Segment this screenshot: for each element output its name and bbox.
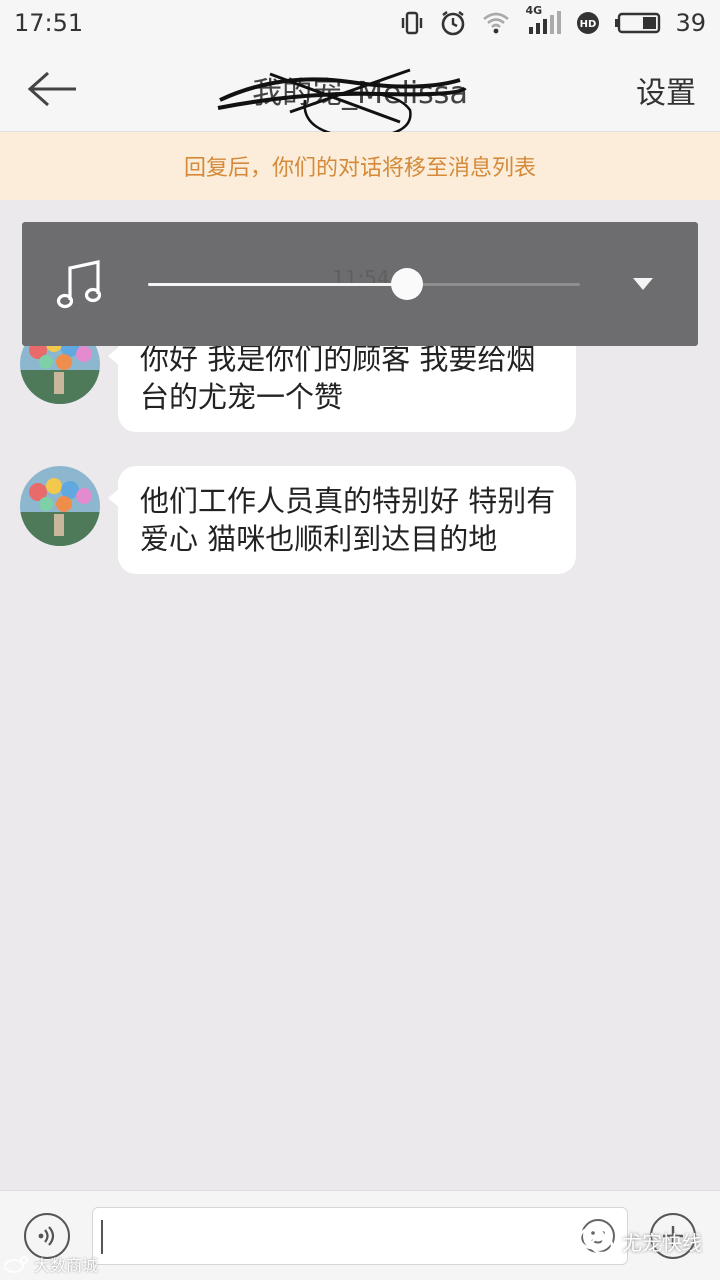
reply-notice-text: 回复后，你们的对话将移至消息列表 bbox=[183, 156, 536, 181]
watermark-right-text: 尤宠快线 bbox=[622, 1230, 702, 1255]
music-note-icon bbox=[56, 260, 102, 309]
svg-text:HD: HD bbox=[580, 19, 597, 30]
watermark-left: 大数商城 bbox=[4, 1252, 98, 1276]
battery-level: 39 bbox=[675, 9, 706, 37]
hd-icon: HD bbox=[575, 10, 601, 36]
progress-track[interactable] bbox=[148, 283, 580, 286]
message-bubble[interactable]: 他们工作人员真的特别好 特别有爱心 猫咪也顺利到达目的地 bbox=[108, 466, 576, 574]
message-input[interactable] bbox=[92, 1207, 628, 1265]
battery-icon bbox=[615, 12, 661, 34]
voice-icon bbox=[38, 1226, 55, 1246]
playback-time: 11:54 bbox=[332, 266, 390, 290]
caret-down-icon bbox=[633, 278, 653, 290]
alarm-icon bbox=[439, 9, 467, 37]
collapse-button[interactable] bbox=[632, 276, 654, 295]
progress-fill bbox=[148, 283, 408, 286]
status-bar: 17:51 4G HD 39 bbox=[0, 0, 720, 46]
header: 我的宠_Melissa 设置 bbox=[0, 46, 720, 140]
settings-button[interactable]: 设置 bbox=[636, 68, 696, 112]
wifi-icon bbox=[481, 10, 511, 36]
vibrate-icon bbox=[399, 10, 425, 36]
avatar[interactable] bbox=[20, 466, 100, 546]
watermark-right: 尤宠快线 bbox=[578, 1226, 702, 1256]
status-time: 17:51 bbox=[14, 9, 84, 37]
avatar-image bbox=[20, 466, 100, 546]
reply-notice: 回复后，你们的对话将移至消息列表 bbox=[0, 132, 720, 200]
weibo-logo-icon bbox=[4, 1256, 28, 1273]
wechat-logo-icon bbox=[578, 1226, 614, 1255]
signal-icon: 4G bbox=[525, 4, 562, 36]
watermark-left-text: 大数商城 bbox=[34, 1256, 99, 1275]
chat-title: 我的宠_Melissa bbox=[252, 76, 468, 111]
status-icons: 4G HD 39 bbox=[399, 4, 706, 37]
progress-thumb[interactable] bbox=[391, 268, 424, 300]
music-player: 11:54 bbox=[22, 222, 698, 346]
text-caret bbox=[101, 1220, 103, 1254]
network-type-label: 4G bbox=[525, 4, 543, 17]
